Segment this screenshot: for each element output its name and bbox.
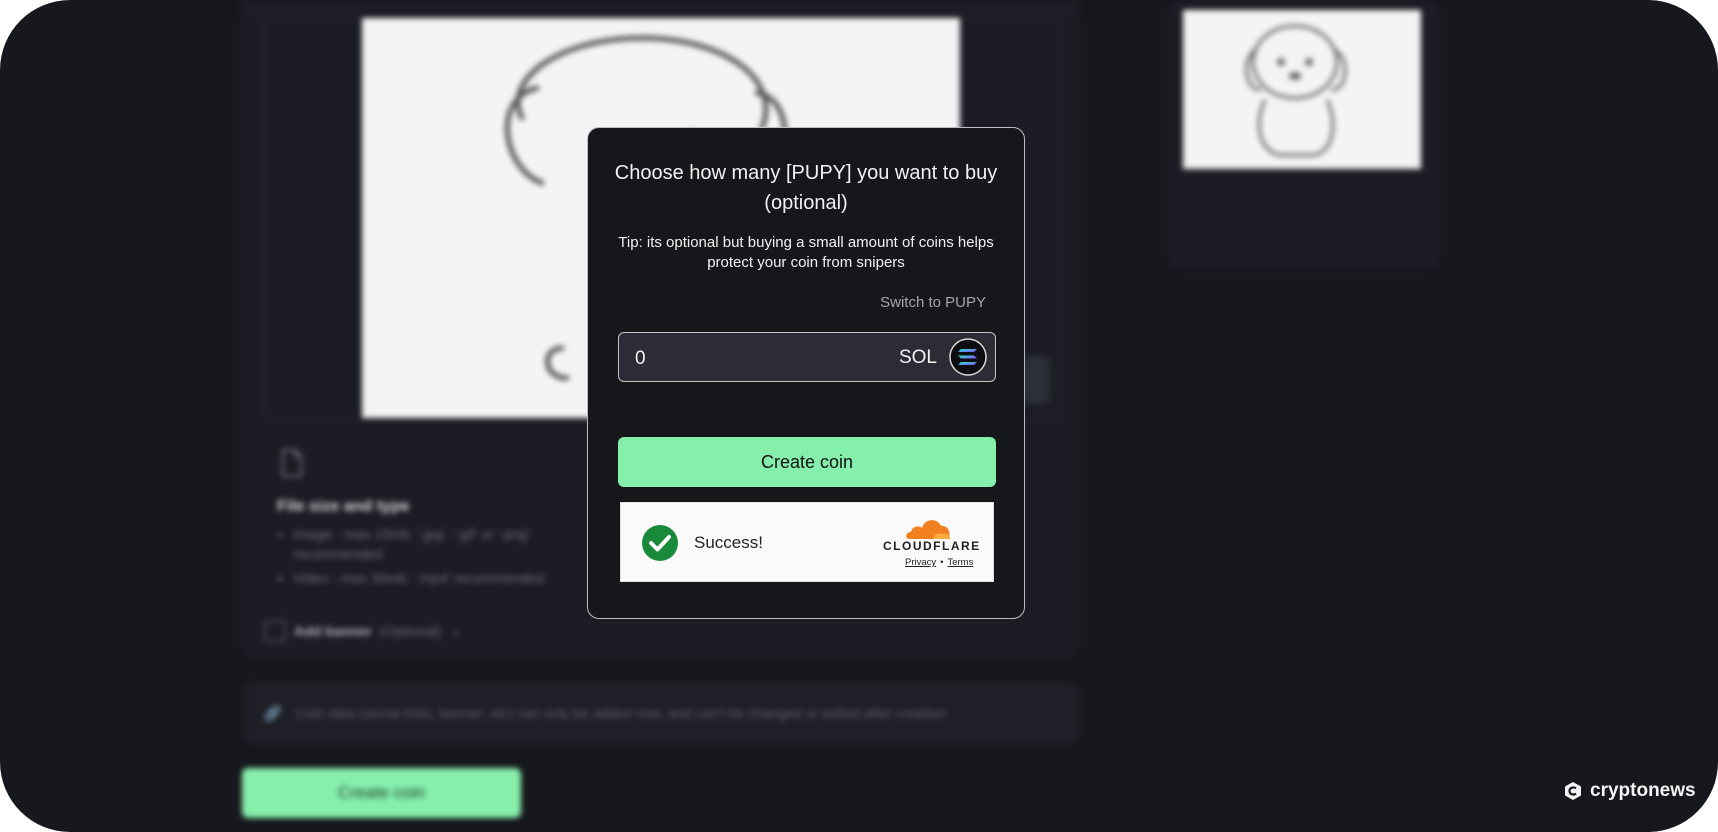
creation-notice: 🔗 Coin data (social links, banner, etc) … bbox=[244, 682, 1080, 744]
link-icon: 🔗 bbox=[264, 704, 282, 721]
cloudflare-captcha-widget[interactable]: Success! CLOUDFLARE Privacy • Terms bbox=[620, 502, 994, 582]
preview-image bbox=[1183, 10, 1421, 169]
switch-currency-link[interactable]: Switch to PUPY bbox=[880, 294, 986, 311]
cryptonews-watermark: cryptonews bbox=[1562, 780, 1696, 802]
currency-label: SOL bbox=[898, 347, 937, 368]
file-info-item: Image - max 15mb. '.jpg', '.gif' or '.pn… bbox=[293, 524, 593, 564]
banner-label: Add banner bbox=[294, 623, 372, 639]
amount-input[interactable] bbox=[633, 345, 857, 373]
modal-title: Choose how many [PUPY] you want to buy (… bbox=[614, 162, 998, 214]
captcha-links: Privacy • Terms bbox=[905, 557, 973, 568]
app-frame: File size and type Image - max 15mb. '.j… bbox=[0, 0, 1718, 832]
amount-field[interactable]: SOL bbox=[618, 332, 996, 382]
link-separator: • bbox=[940, 557, 944, 568]
watermark-text: cryptonews bbox=[1590, 780, 1696, 801]
banner-optional-label: (Optional) bbox=[379, 623, 442, 639]
modal-tip: Tip: its optional but buying a small amo… bbox=[618, 234, 994, 271]
buy-amount-modal: Choose how many [PUPY] you want to buy (… bbox=[587, 127, 1025, 619]
cloudflare-cloud-icon bbox=[906, 520, 951, 539]
file-icon bbox=[282, 449, 302, 477]
cryptonews-logo-icon bbox=[1565, 782, 1581, 800]
file-info-item: Video - max 30mb. '.mp4' recommended bbox=[293, 568, 593, 588]
captcha-status: Success! bbox=[694, 533, 763, 552]
file-info-title: File size and type bbox=[277, 498, 410, 515]
terms-link[interactable]: Terms bbox=[947, 557, 973, 568]
notice-text: Coin data (social links, banner, etc) ca… bbox=[295, 705, 946, 721]
solana-icon bbox=[949, 338, 987, 376]
chevron-down-icon[interactable]: ⌄ bbox=[449, 623, 461, 640]
cloudflare-brand: CLOUDFLARE bbox=[883, 539, 981, 553]
create-coin-button[interactable]: Create coin bbox=[618, 437, 996, 487]
add-banner-toggle[interactable]: Add banner (Optional) ⌄ bbox=[264, 620, 461, 642]
background-create-coin-button[interactable]: Create coin bbox=[242, 768, 521, 818]
privacy-link[interactable]: Privacy bbox=[905, 557, 936, 568]
checkmark-icon bbox=[642, 525, 678, 561]
banner-checkbox[interactable] bbox=[264, 620, 286, 642]
file-info-list: Image - max 15mb. '.jpg', '.gif' or '.pn… bbox=[277, 524, 593, 592]
